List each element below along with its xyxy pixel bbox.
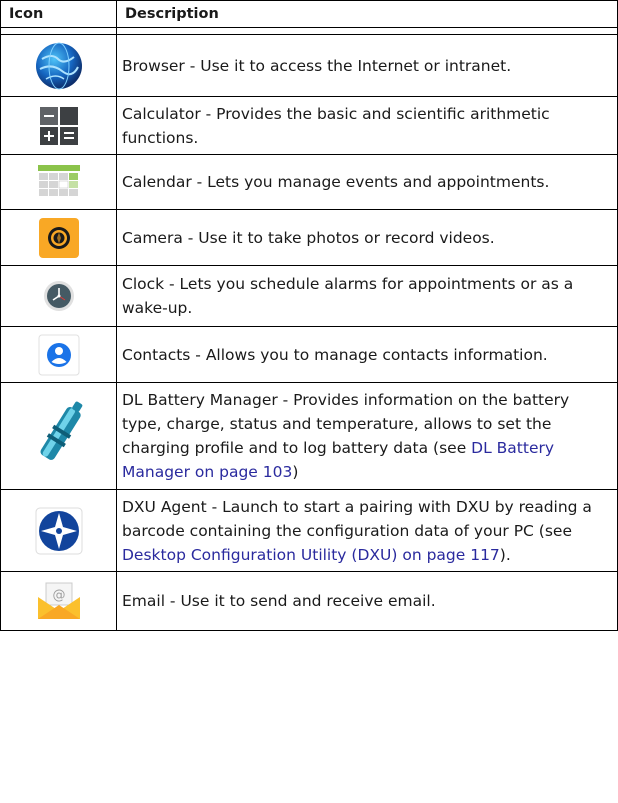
table-row: Contacts - Allows you to manage contacts… (0, 326, 618, 383)
table-row: @ Email - Use it to send and receive ema… (0, 571, 618, 631)
calculator-icon (1, 106, 116, 146)
table-row: Clock - Lets you schedule alarms for app… (0, 265, 618, 327)
row-description: Browser - Use it to access the Internet … (116, 34, 618, 97)
row-description: Calculator - Provides the basic and scie… (116, 96, 618, 155)
clock-icon (1, 279, 116, 313)
column-header-description: Description (116, 0, 618, 28)
camera-icon (1, 217, 116, 258)
table-row: Camera - Use it to take photos or record… (0, 209, 618, 266)
header-spacer-row (0, 27, 618, 35)
row-description: Email - Use it to send and receive email… (116, 571, 618, 631)
column-header-icon: Icon (0, 0, 117, 28)
table-row: DL Battery Manager - Provides informatio… (0, 382, 618, 490)
email-icon: @ (1, 581, 116, 621)
calendar-icon (1, 165, 116, 199)
contacts-icon (1, 334, 116, 376)
row-description: Clock - Lets you schedule alarms for app… (116, 265, 618, 327)
browser-globe-icon (1, 41, 116, 91)
table-row: DXU Agent - Launch to start a pairing wi… (0, 489, 618, 572)
table-row: Browser - Use it to access the Internet … (0, 34, 618, 97)
row-description: Camera - Use it to take photos or record… (116, 209, 618, 266)
row-description: Calendar - Lets you manage events and ap… (116, 154, 618, 210)
table-row: Calculator - Provides the basic and scie… (0, 96, 618, 155)
table-header-row: Icon Description (0, 0, 618, 28)
battery-icon (1, 393, 116, 479)
row-description: DL Battery Manager - Provides informatio… (116, 382, 618, 490)
table-row: Calendar - Lets you manage events and ap… (0, 154, 618, 210)
cross-reference-link[interactable]: Desktop Configuration Utility (DXU) on p… (122, 546, 500, 564)
apps-table: Icon Description Browser - Use it to acc… (0, 0, 618, 631)
svg-text:@: @ (52, 588, 65, 603)
row-description: Contacts - Allows you to manage contacts… (116, 326, 618, 383)
row-description: DXU Agent - Launch to start a pairing wi… (116, 489, 618, 572)
dxu-agent-icon (1, 507, 116, 555)
